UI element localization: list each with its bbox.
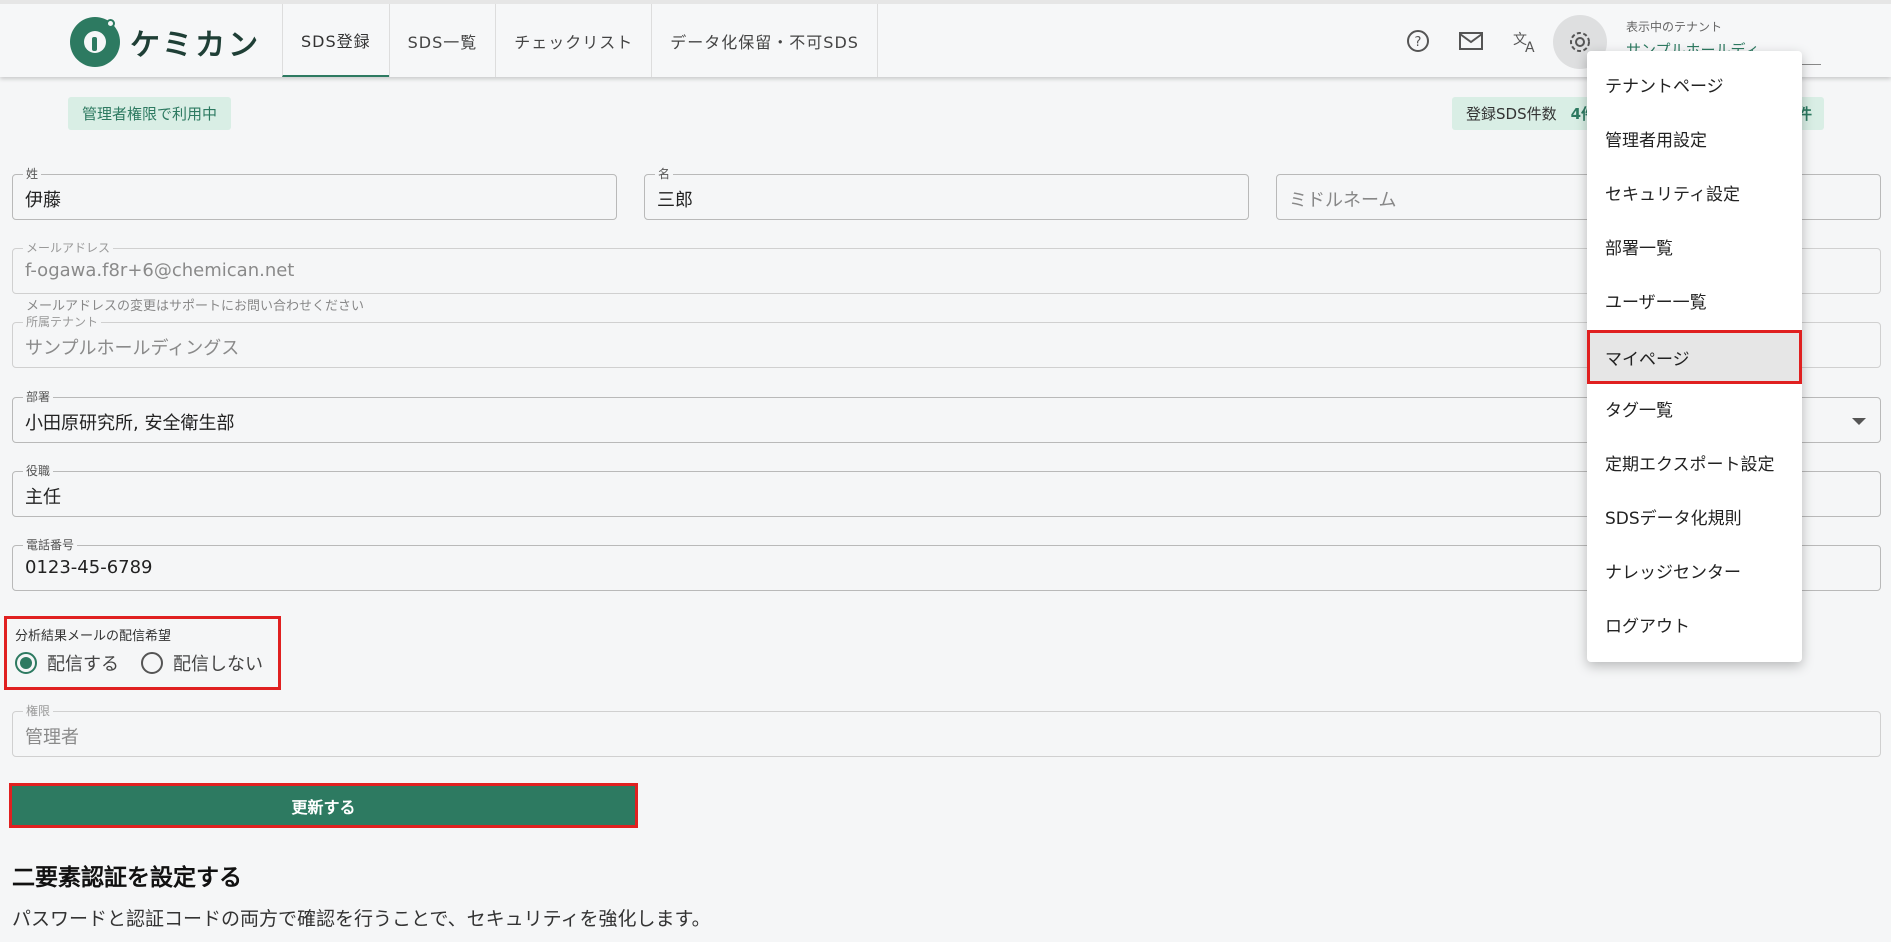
settings-menu: テナントページ 管理者用設定 セキュリティ設定 部署一覧 ユーザー一覧 マイペー… <box>1587 51 1802 662</box>
tab-checklist[interactable]: チェックリスト <box>495 4 651 77</box>
update-button[interactable]: 更新する <box>9 783 638 828</box>
menu-item-tenant-page[interactable]: テナントページ <box>1587 57 1802 111</box>
menu-item-users[interactable]: ユーザー一覧 <box>1587 273 1802 327</box>
menu-item-admin-settings[interactable]: 管理者用設定 <box>1587 111 1802 165</box>
menu-item-periodic-export[interactable]: 定期エクスポート設定 <box>1587 435 1802 489</box>
radio-checked-icon <box>15 652 37 674</box>
twofa-description: パスワードと認証コードの両方で確認を行うことで、セキュリティを強化します。 <box>12 908 711 930</box>
position-value: 主任 <box>25 487 61 508</box>
menu-item-security-settings[interactable]: セキュリティ設定 <box>1587 165 1802 219</box>
position-label: 役職 <box>23 463 54 479</box>
chevron-down-icon[interactable] <box>1852 418 1866 425</box>
logo-text: ケミカン <box>130 28 262 63</box>
svg-text:?: ? <box>1415 35 1422 50</box>
menu-item-knowledge-center[interactable]: ナレッジセンター <box>1587 543 1802 597</box>
middle-name-placeholder: ミドルネーム <box>1289 190 1397 211</box>
logo[interactable]: ケミカン <box>70 17 261 67</box>
role-label: 権限 <box>23 703 54 719</box>
menu-item-mypage[interactable]: マイページ <box>1587 330 1802 384</box>
email-value: f-ogawa.f8r+6@chemican.net <box>25 260 295 281</box>
tenant-label: 表示中のテナント <box>1626 20 1723 34</box>
first-name-label: 名 <box>655 166 674 182</box>
radio-deliver[interactable]: 配信する <box>15 650 119 676</box>
radio-no-deliver[interactable]: 配信しない <box>141 650 263 676</box>
twofa-title: 二要素認証を設定する <box>12 865 242 891</box>
last-name-label: 姓 <box>23 166 42 182</box>
tenant-field-value: サンプルホールディングス <box>25 338 240 359</box>
department-label: 部署 <box>23 389 54 405</box>
radio-unchecked-icon <box>141 652 163 674</box>
radio-no-deliver-label: 配信しない <box>173 654 263 675</box>
tab-pending-sds[interactable]: データ化保留・不可SDS <box>651 4 878 77</box>
mail-pref-title: 分析結果メールの配信希望 <box>15 629 172 644</box>
logo-mark-icon <box>70 17 120 67</box>
svg-text:A: A <box>1525 40 1535 54</box>
menu-item-tags[interactable]: タグ一覧 <box>1587 381 1802 435</box>
role-field: 権限 管理者 <box>12 703 1881 757</box>
first-name-value: 三郎 <box>657 190 693 211</box>
radio-deliver-label: 配信する <box>47 654 119 675</box>
admin-badge: 管理者権限で利用中 <box>68 97 232 130</box>
menu-item-sds-data-rules[interactable]: SDSデータ化規則 <box>1587 489 1802 543</box>
phone-value: 0123-45-6789 <box>25 557 153 578</box>
role-value: 管理者 <box>25 727 79 748</box>
mail-icon[interactable] <box>1456 26 1486 56</box>
tab-sds-list[interactable]: SDS一覧 <box>388 4 496 77</box>
first-name-field[interactable]: 名 三郎 <box>644 166 1249 220</box>
mail-pref-radio-group: 分析結果メールの配信希望 配信する 配信しない <box>4 616 281 690</box>
email-helper-text: メールアドレスの変更はサポートにお問い合わせください <box>26 299 365 314</box>
email-label: メールアドレス <box>23 240 114 256</box>
menu-item-departments[interactable]: 部署一覧 <box>1587 219 1802 273</box>
help-icon[interactable]: ? <box>1403 26 1433 56</box>
phone-label: 電話番号 <box>23 537 78 553</box>
main-nav: SDS登録 SDS一覧 チェックリスト データ化保留・不可SDS <box>282 4 878 77</box>
tab-sds-register[interactable]: SDS登録 <box>282 4 389 77</box>
menu-item-logout[interactable]: ログアウト <box>1587 597 1802 651</box>
last-name-field[interactable]: 姓 伊藤 <box>12 166 617 220</box>
department-value: 小田原研究所, 安全衛生部 <box>25 413 235 434</box>
tenant-field-label: 所属テナント <box>23 314 102 330</box>
sds-count-label: 登録SDS件数 <box>1466 105 1557 123</box>
last-name-value: 伊藤 <box>25 190 61 211</box>
translate-icon[interactable]: 文A <box>1510 26 1540 56</box>
